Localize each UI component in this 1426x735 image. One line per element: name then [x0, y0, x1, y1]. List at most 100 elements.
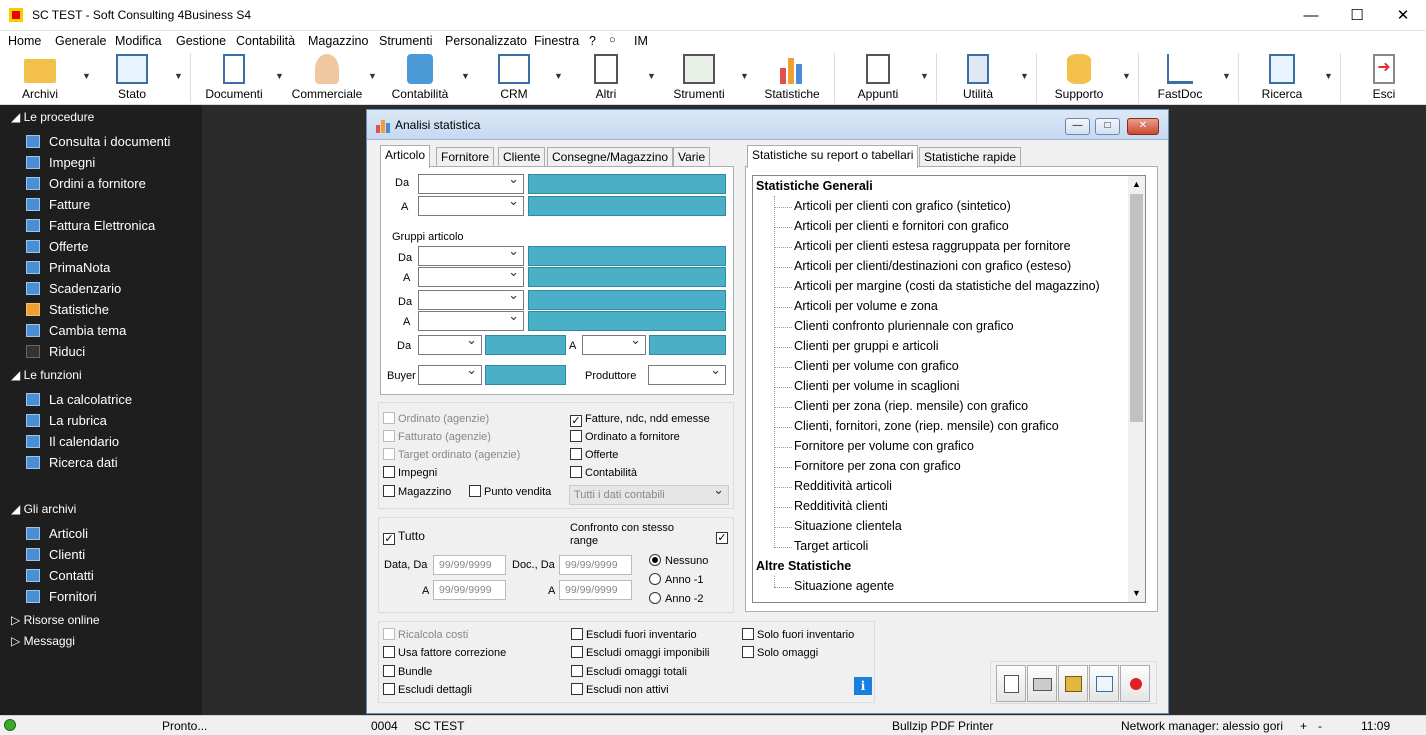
ricerca-dropdown-icon[interactable]: ▼: [1324, 71, 1333, 81]
menu-home[interactable]: Home: [8, 34, 41, 48]
escludi-dettagli-checkbox[interactable]: Escludi dettagli: [383, 683, 472, 699]
tab-statistiche-rapide[interactable]: Statistiche rapide: [919, 147, 1022, 167]
doc-da-input[interactable]: 99/99/9999: [559, 555, 632, 575]
strumenti-dropdown-icon[interactable]: ▼: [740, 71, 749, 81]
gruppo2-a-select[interactable]: [418, 308, 524, 331]
sidebar-item-riduci[interactable]: Riduci: [26, 342, 85, 362]
sidebar-item-primanota[interactable]: PrimaNota: [26, 258, 110, 278]
sidebar-item-statistiche[interactable]: Statistiche: [26, 300, 109, 320]
tree-item[interactable]: Clienti, fornitori, zone (riep. mensile)…: [794, 419, 1059, 433]
gruppo2-a-description[interactable]: [528, 311, 726, 331]
app-icon[interactable]: [9, 8, 23, 22]
escludi-fuori-inventario-checkbox[interactable]: Escludi fuori inventario: [571, 628, 697, 644]
table-button[interactable]: [1089, 665, 1119, 702]
sidebar-item-cambia-tema[interactable]: Cambia tema: [26, 321, 126, 341]
sidebar-item-fatture[interactable]: Fatture: [26, 195, 90, 215]
supporto-button[interactable]: Supporto: [1042, 51, 1116, 105]
menu-personalizzato[interactable]: Personalizzato: [445, 34, 527, 48]
tab-consegne-magazzino[interactable]: Consegne/Magazzino: [547, 147, 674, 167]
ricerca-button[interactable]: Ricerca: [1246, 51, 1318, 105]
range-a-select[interactable]: [582, 332, 646, 355]
dialog-minimize-icon[interactable]: —: [1065, 118, 1090, 135]
range-da-description[interactable]: [485, 335, 566, 355]
usa-fattore-correzione-checkbox[interactable]: Usa fattore correzione: [383, 646, 506, 662]
tab-articolo[interactable]: Articolo: [380, 145, 431, 168]
esci-button[interactable]: ➜ Esci: [1348, 51, 1420, 105]
tree-group-altre[interactable]: Altre Statistiche: [756, 559, 851, 573]
dialog-restore-icon[interactable]: □: [1095, 118, 1120, 135]
tree-item[interactable]: Redditività clienti: [794, 499, 888, 513]
contabilita-button[interactable]: Contabilità: [384, 51, 456, 105]
magazzino-checkbox[interactable]: Magazzino: [383, 485, 451, 501]
tab-cliente[interactable]: Cliente: [498, 147, 546, 167]
print-button[interactable]: [1027, 665, 1057, 702]
contabilita-checkbox[interactable]: Contabilità: [570, 466, 637, 482]
gruppo1-da-description[interactable]: [528, 246, 726, 266]
scroll-up-icon[interactable]: ▲: [1128, 176, 1145, 193]
gruppo2-da-description[interactable]: [528, 290, 726, 310]
fastdoc-dropdown-icon[interactable]: ▼: [1222, 71, 1231, 81]
supporto-dropdown-icon[interactable]: ▼: [1122, 71, 1131, 81]
menu-generale[interactable]: Generale: [55, 34, 106, 48]
zoom-out-button[interactable]: -: [1318, 719, 1322, 733]
sidebar-header-archivi[interactable]: ◢ Gli archivi: [11, 502, 76, 516]
tree-item[interactable]: Redditività articoli: [794, 479, 892, 493]
radio-anno-2[interactable]: Anno -2: [649, 592, 704, 608]
statistics-tree[interactable]: Statistiche Generali Articoli per client…: [752, 175, 1146, 603]
contabilita-dropdown-icon[interactable]: ▼: [461, 71, 470, 81]
export-button[interactable]: [1058, 665, 1088, 702]
sidebar-header-messaggi[interactable]: ▷ Messaggi: [11, 634, 75, 648]
menu-modifica[interactable]: Modifica: [115, 34, 162, 48]
tree-item[interactable]: Articoli per margine (costi da statistic…: [794, 279, 1100, 293]
close-icon[interactable]: ✕: [1380, 0, 1426, 31]
sidebar-item-impegni[interactable]: Impegni: [26, 153, 95, 173]
tree-item[interactable]: Fornitore per volume con grafico: [794, 439, 974, 453]
tree-item[interactable]: Fornitore per zona con grafico: [794, 459, 961, 473]
articolo-da-description[interactable]: [528, 174, 726, 194]
tree-group-generali[interactable]: Statistiche Generali: [756, 179, 873, 193]
solo-fuori-inventario-checkbox[interactable]: Solo fuori inventario: [742, 628, 854, 644]
menu-help[interactable]: ?: [589, 34, 596, 48]
tree-item[interactable]: Clienti per volume in scaglioni: [794, 379, 959, 393]
menu-im[interactable]: IM: [634, 34, 648, 48]
info-icon[interactable]: i: [854, 677, 872, 695]
status-printer[interactable]: Bullzip PDF Printer: [892, 719, 993, 733]
tree-item[interactable]: Clienti confronto pluriennale con grafic…: [794, 319, 1014, 333]
archivi-button[interactable]: Archivi: [4, 51, 76, 105]
sidebar-item-scadenzario[interactable]: Scadenzario: [26, 279, 121, 299]
altri-button[interactable]: Altri: [570, 51, 642, 105]
scrollbar-thumb[interactable]: [1130, 194, 1143, 422]
altri-dropdown-icon[interactable]: ▼: [647, 71, 656, 81]
sidebar-item-clienti[interactable]: Clienti: [26, 545, 85, 565]
ordinato-agenzie-checkbox[interactable]: Ordinato (agenzie): [383, 412, 489, 428]
menu-contabilita[interactable]: Contabilità: [236, 34, 295, 48]
sidebar-item-rubrica[interactable]: La rubrica: [26, 411, 107, 431]
sidebar-item-contatti[interactable]: Contatti: [26, 566, 94, 586]
sidebar-header-procedure[interactable]: ◢ Le procedure: [11, 110, 94, 124]
punto-vendita-checkbox[interactable]: Punto vendita: [469, 485, 551, 501]
escludi-non-attivi-checkbox[interactable]: Escludi non attivi: [571, 683, 669, 699]
utilita-dropdown-icon[interactable]: ▼: [1020, 71, 1029, 81]
gruppo1-a-select[interactable]: [418, 264, 524, 287]
menu-finestra[interactable]: Finestra: [534, 34, 579, 48]
tree-item[interactable]: Situazione agente: [794, 579, 894, 593]
maximize-icon[interactable]: ☐: [1334, 0, 1380, 31]
globe-icon[interactable]: ○: [609, 34, 616, 46]
sidebar-item-calcolatrice[interactable]: La calcolatrice: [26, 390, 132, 410]
buyer-description[interactable]: [485, 365, 566, 385]
menu-magazzino[interactable]: Magazzino: [308, 34, 368, 48]
fastdoc-button[interactable]: FastDoc: [1144, 51, 1216, 105]
gruppo1-a-description[interactable]: [528, 267, 726, 287]
radio-anno-1[interactable]: Anno -1: [649, 573, 704, 589]
dialog-close-icon[interactable]: ✕: [1127, 118, 1159, 135]
articolo-da-select[interactable]: [418, 171, 524, 194]
offerte-checkbox[interactable]: Offerte: [570, 448, 618, 464]
sidebar-item-offerte[interactable]: Offerte: [26, 237, 89, 257]
produttore-select[interactable]: [648, 362, 726, 385]
target-ordinato-checkbox[interactable]: Target ordinato (agenzie): [383, 448, 520, 464]
doc-a-input[interactable]: 99/99/9999: [559, 580, 632, 600]
tree-item[interactable]: Clienti per volume con grafico: [794, 359, 959, 373]
tree-item[interactable]: Clienti per zona (riep. mensile) con gra…: [794, 399, 1028, 413]
range-a-description[interactable]: [649, 335, 726, 355]
tab-varie[interactable]: Varie: [673, 147, 711, 167]
